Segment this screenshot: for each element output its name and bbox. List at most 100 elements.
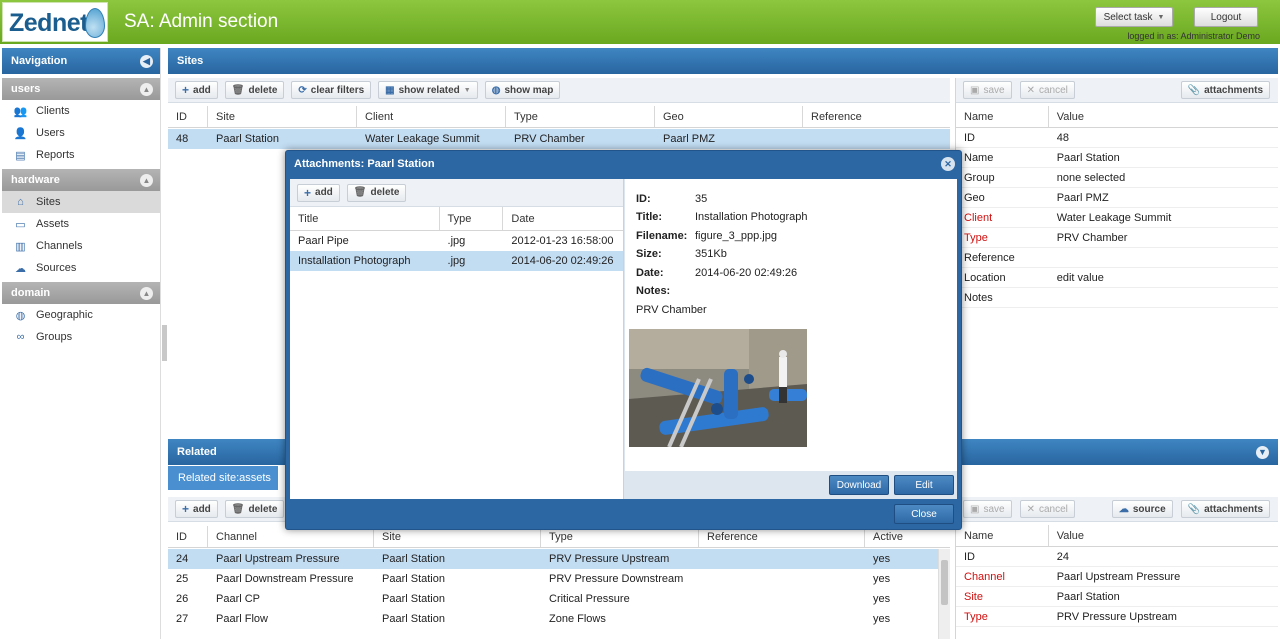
table-row[interactable]: 25 Paarl Downstream Pressure Paarl Station…	[168, 569, 938, 589]
add-button[interactable]: + add	[175, 500, 218, 518]
show-related-button[interactable]: ▦ show related ▼	[378, 81, 478, 99]
collapse-left-icon[interactable]: ◀	[140, 54, 153, 68]
close-button[interactable]: Close	[894, 504, 954, 524]
property-value[interactable]	[1049, 288, 1278, 307]
scrollbar-thumb[interactable]	[941, 560, 948, 605]
attachments-button[interactable]: 📎 attachments	[1180, 500, 1270, 518]
column-header-date[interactable]: Date	[503, 207, 623, 230]
sidebar-item-reports[interactable]: ▤ Reports	[2, 144, 160, 166]
sidebar-item-channels[interactable]: ▥ Channels	[2, 235, 160, 257]
column-header-id[interactable]: ID	[168, 106, 208, 127]
property-row[interactable]: Notes	[956, 288, 1278, 308]
column-header-client[interactable]: Client	[357, 106, 506, 127]
property-row[interactable]: Reference	[956, 248, 1278, 268]
sidebar-item-sites[interactable]: ⌂ Sites	[2, 191, 160, 213]
nav-group-domain[interactable]: domain ▲	[2, 282, 160, 304]
property-row[interactable]: Name Paarl Station	[956, 148, 1278, 168]
related-grid-body: 24 Paarl Upstream Pressure Paarl Station PR…	[168, 549, 938, 639]
sidebar-item-geographic[interactable]: ◍ Geographic	[2, 304, 160, 326]
property-row[interactable]: Site Paarl Station	[956, 587, 1278, 607]
column-header-id[interactable]: ID	[168, 526, 208, 547]
sidebar-item-groups[interactable]: ∞ Groups	[2, 326, 160, 348]
table-row[interactable]: 26 Paarl CP Paarl Station Critical Pressure…	[168, 589, 938, 609]
users-icon: 👥	[13, 105, 28, 118]
property-value[interactable]: edit value	[1049, 268, 1278, 287]
column-header-reference[interactable]: Reference	[803, 106, 950, 127]
plus-icon: +	[304, 185, 312, 200]
table-row[interactable]: 24 Paarl Upstream Pressure Paarl Station PR…	[168, 549, 938, 569]
splitter-handle[interactable]	[162, 325, 167, 361]
tab-related-site-assets[interactable]: Related site:assets	[168, 466, 278, 490]
column-header-site[interactable]: Site	[208, 106, 357, 127]
column-header-title[interactable]: Title	[290, 207, 440, 230]
column-header-type[interactable]: Type	[440, 207, 504, 230]
property-row[interactable]: ID 48	[956, 128, 1278, 148]
property-row[interactable]: Client Water Leakage Summit	[956, 208, 1278, 228]
sidebar-item-users[interactable]: 👤 Users	[2, 122, 160, 144]
zednet-logo: Zednet	[2, 2, 108, 42]
property-row[interactable]: Type PRV Chamber	[956, 228, 1278, 248]
property-value[interactable]: none selected	[1049, 168, 1278, 187]
property-row[interactable]: Location edit value	[956, 268, 1278, 288]
delete-button[interactable]: 🗑 delete	[224, 500, 285, 518]
chevron-down-icon: ▼	[1157, 13, 1165, 21]
property-row[interactable]: Type PRV Pressure Upstream	[956, 607, 1278, 627]
sidebar-item-sources[interactable]: ☁ Sources	[2, 257, 160, 279]
chevron-down-icon[interactable]: ▼	[1256, 445, 1269, 459]
cancel-button[interactable]: ✕ cancel	[1019, 81, 1075, 99]
cancel-button[interactable]: ✕ cancel	[1019, 500, 1075, 518]
column-header-name: Name	[956, 525, 1049, 546]
add-button[interactable]: + add	[175, 81, 218, 99]
link-icon: ∞	[16, 331, 25, 343]
property-value[interactable]: Paarl Upstream Pressure	[1049, 567, 1278, 586]
clear-filters-label: clear filters	[310, 84, 365, 96]
property-value[interactable]: Paarl Station	[1049, 148, 1278, 167]
column-header-geo[interactable]: Geo	[655, 106, 803, 127]
list-item[interactable]: Paarl Pipe .jpg 2012-01-23 16:58:00	[290, 231, 623, 251]
nav-group-users[interactable]: users ▲	[2, 78, 160, 100]
source-button[interactable]: ☁ source	[1111, 500, 1173, 518]
save-button[interactable]: ▣ save	[963, 500, 1012, 518]
property-name: Geo	[964, 191, 985, 204]
cell-channel: Paarl CP	[216, 593, 261, 605]
property-value[interactable]: PRV Chamber	[1049, 228, 1278, 247]
close-icon[interactable]: ✕	[941, 157, 955, 171]
property-value[interactable]: Paarl Station	[1049, 587, 1278, 606]
property-value[interactable]: Water Leakage Summit	[1049, 208, 1278, 227]
plus-icon: +	[182, 83, 190, 97]
vertical-scrollbar[interactable]	[938, 549, 950, 639]
clear-filters-button[interactable]: ⟳ clear filters	[291, 81, 372, 99]
delete-button[interactable]: 🗑 delete	[346, 183, 407, 202]
property-row[interactable]: Geo Paarl PMZ	[956, 188, 1278, 208]
site-properties-toolbar: ▣ save ✕ cancel 📎 attachments	[956, 78, 1278, 103]
show-map-button[interactable]: ◍ show map	[484, 81, 561, 99]
property-name: Site	[964, 590, 983, 603]
select-task-button[interactable]: Select task ▼	[1095, 7, 1173, 27]
add-button[interactable]: + add	[297, 183, 340, 202]
property-row[interactable]: Channel Paarl Upstream Pressure	[956, 567, 1278, 587]
list-item[interactable]: Installation Photograph .jpg 2014-06-20 02…	[290, 251, 623, 271]
sidebar-item-clients[interactable]: 👥 Clients	[2, 100, 160, 122]
sidebar-item-assets[interactable]: ▭ Assets	[2, 213, 160, 235]
property-value[interactable]: 48	[1049, 128, 1278, 147]
property-row[interactable]: Group none selected	[956, 168, 1278, 188]
property-value[interactable]: Paarl PMZ	[1049, 188, 1278, 207]
save-button[interactable]: ▣ save	[963, 81, 1012, 99]
download-button[interactable]: Download	[829, 475, 889, 495]
save-icon: ▣	[970, 84, 980, 96]
property-row[interactable]: ID 24	[956, 547, 1278, 567]
logout-button[interactable]: Logout	[1194, 7, 1258, 27]
property-value[interactable]: PRV Pressure Upstream	[1049, 607, 1278, 626]
nav-group-hardware[interactable]: hardware ▲	[2, 169, 160, 191]
sidebar-item-label: Users	[36, 127, 65, 139]
table-row[interactable]: 27 Paarl Flow Paarl Station Zone Flows yes	[168, 609, 938, 629]
delete-button[interactable]: 🗑 delete	[224, 81, 285, 99]
table-row[interactable]: 48 Paarl Station Water Leakage Summit PR…	[168, 129, 950, 149]
column-header-type[interactable]: Type	[506, 106, 655, 127]
attachments-button[interactable]: 📎 attachments	[1180, 81, 1270, 99]
attachments-label: attachments	[1204, 503, 1263, 515]
property-value[interactable]: 24	[1049, 547, 1278, 566]
edit-button[interactable]: Edit	[894, 475, 954, 495]
property-value[interactable]	[1049, 248, 1278, 267]
cell-type: Zone Flows	[549, 613, 606, 625]
